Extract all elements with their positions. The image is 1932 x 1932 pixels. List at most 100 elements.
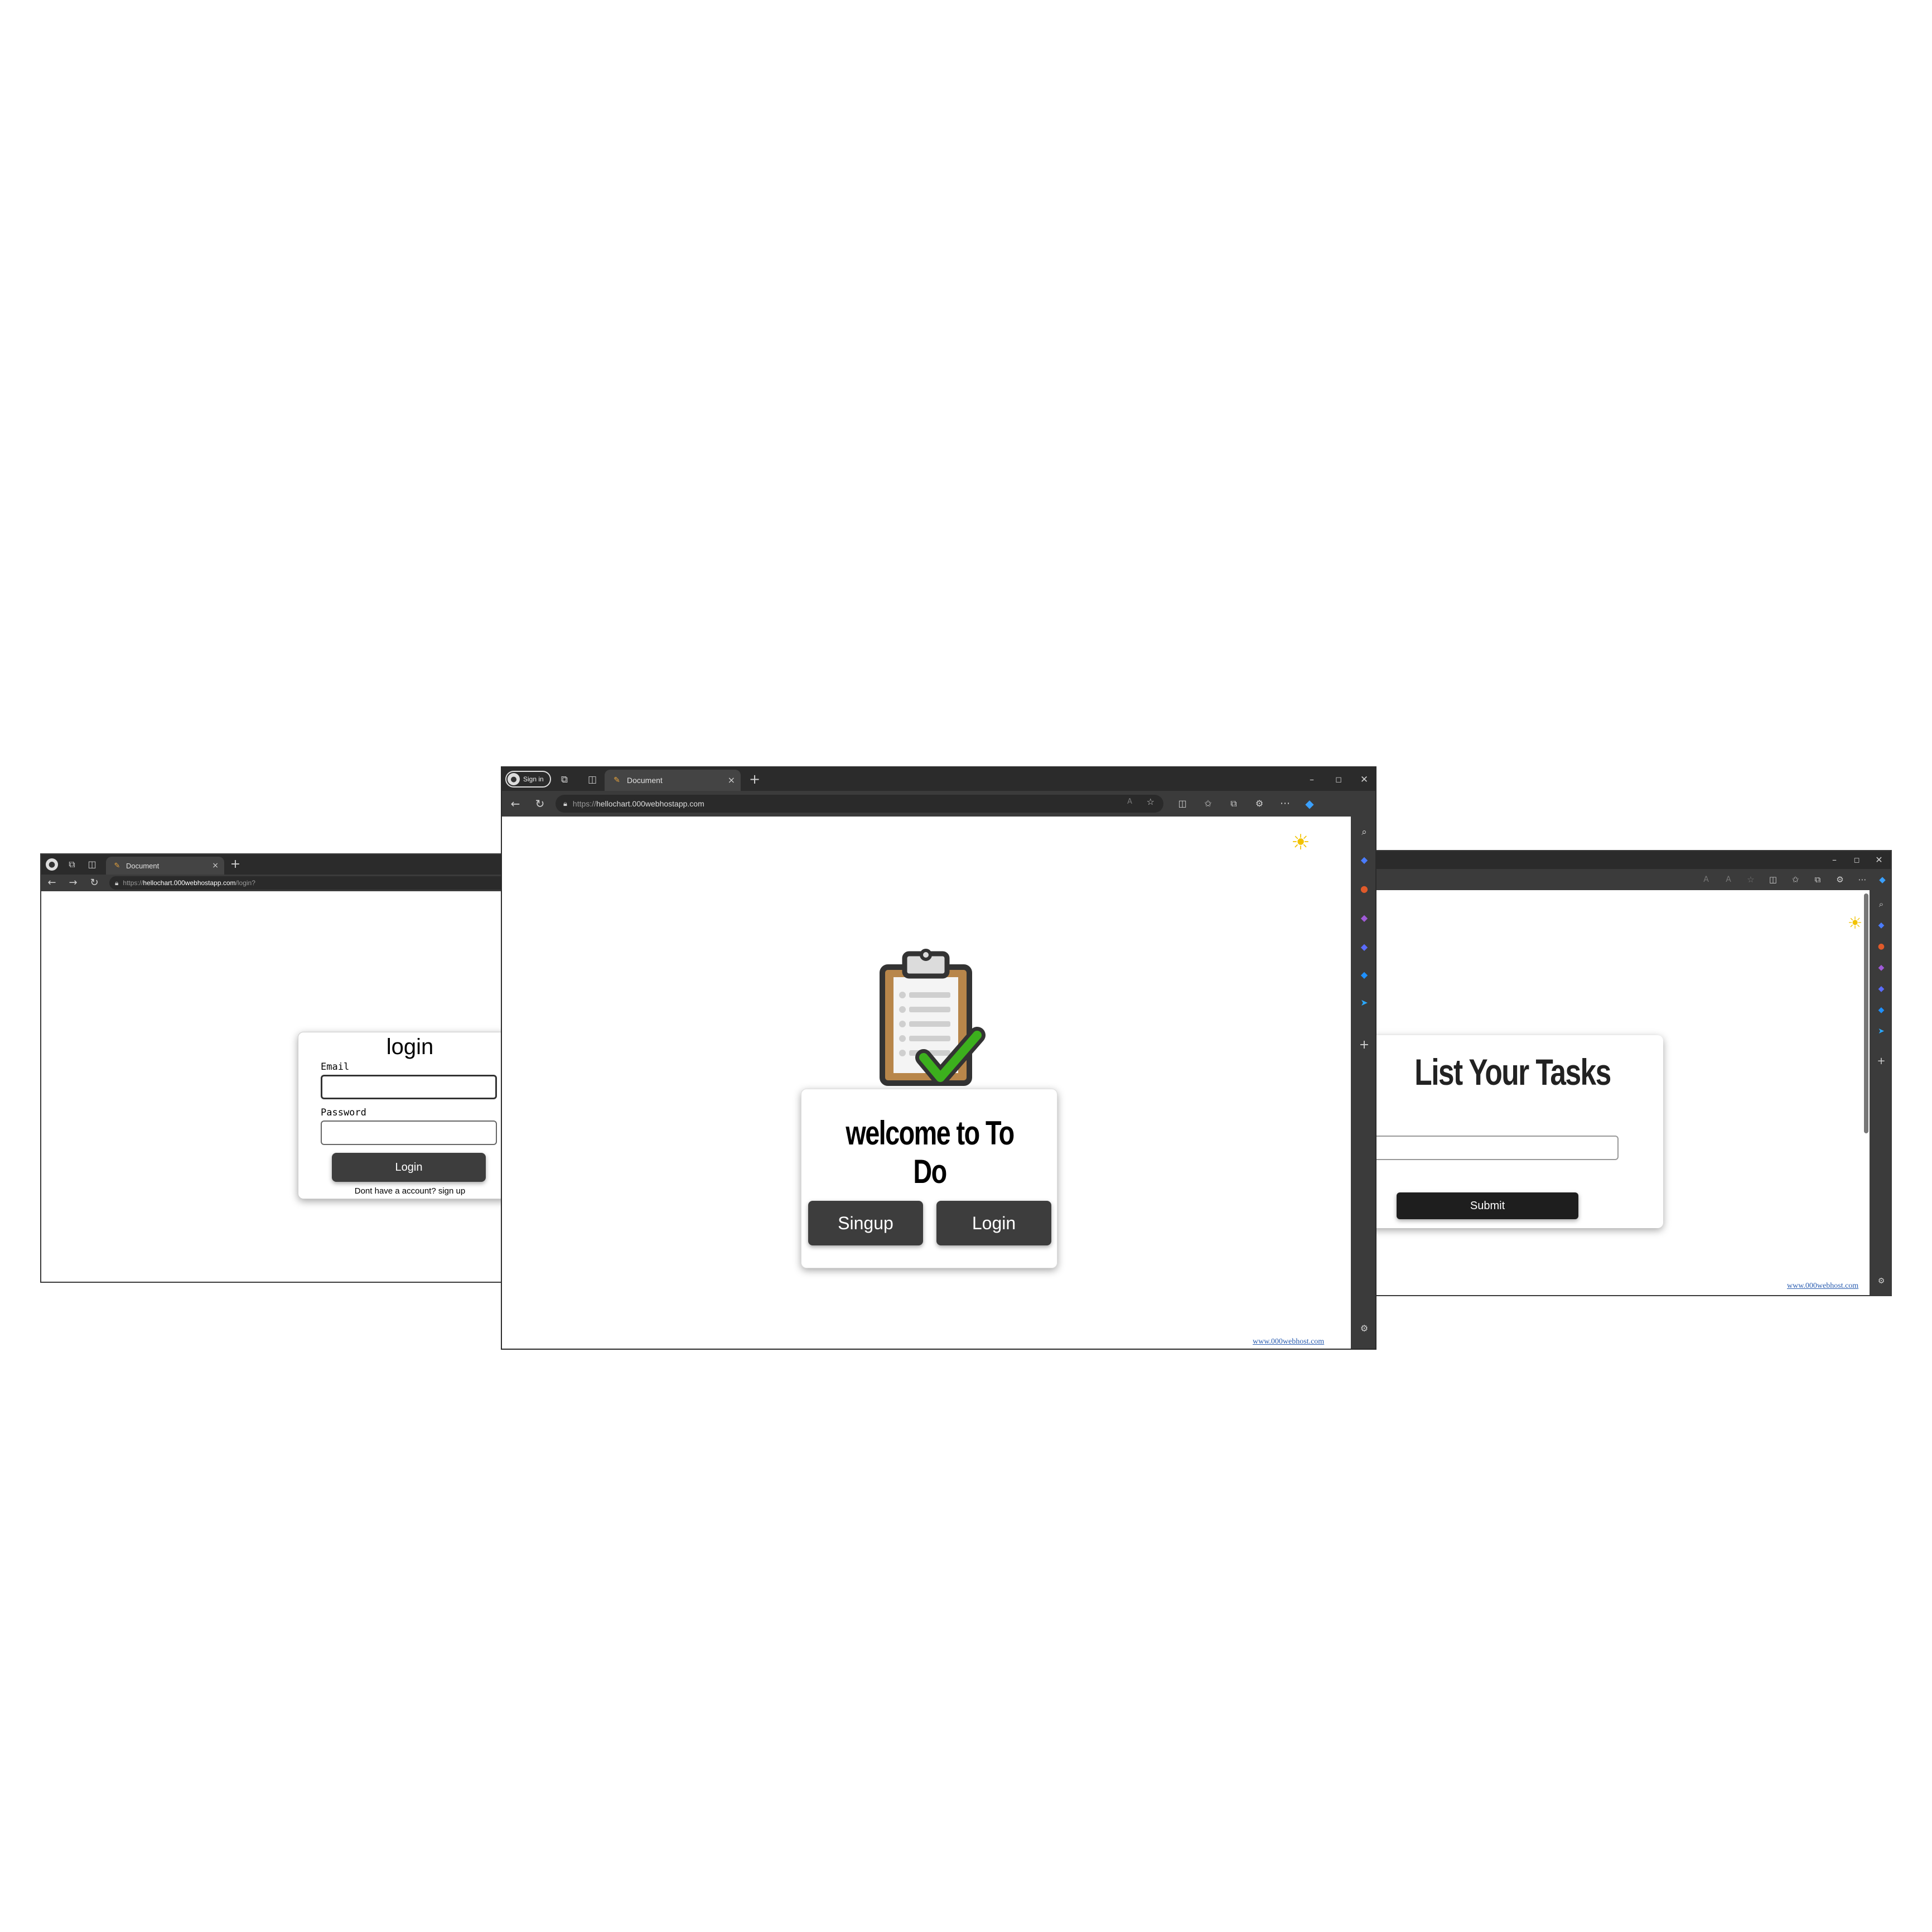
login-card: login Email Password Login Dont have a a… [298,1032,508,1199]
read-aloud-icon[interactable]: A [1127,798,1132,805]
url-field[interactable]: 🔒︎ https:// hellochart.000webhostapp.com… [109,876,508,890]
copilot-icon[interactable]: ◆ [1876,873,1888,886]
collections-icon[interactable]: ⧉ [66,858,78,871]
new-tab-icon[interactable]: + [229,858,242,871]
close-window-icon[interactable]: ✕ [1358,773,1371,786]
forward-icon[interactable]: → [67,877,79,889]
close-tab-icon[interactable]: × [728,776,735,785]
tab-actions-icon[interactable]: ◫ [586,773,599,786]
collections-icon[interactable]: ⧉ [558,773,571,786]
url-host: hellochart.000webhostapp.com [596,799,704,808]
collections-icon[interactable]: ⧉ [1812,873,1824,886]
url-field[interactable]: 🔒︎ https:// hellochart.000webhostapp.com… [556,795,1163,813]
extensions-icon[interactable]: ⚙ [1253,797,1266,810]
send-icon[interactable]: ➤ [1358,996,1371,1010]
edge-sidebar: ⌕ ◆ ● ◆ ◆ ◆ ➤ + ⚙ [1870,890,1891,1295]
games-icon[interactable]: ◆ [1358,911,1371,925]
task-input[interactable] [1362,1136,1619,1160]
favorites-icon[interactable]: ✩ [1789,873,1801,886]
sun-icon[interactable]: ☀ [1846,915,1864,933]
outlook-icon[interactable]: ◆ [1358,968,1371,982]
collections-toolbar-icon[interactable]: ⧉ [1227,797,1240,810]
add-sidebar-icon[interactable]: + [1358,1039,1371,1052]
scrollbar[interactable] [1864,893,1868,1133]
favorites-icon[interactable]: ✩ [1201,797,1215,810]
minimize-icon[interactable]: – [1305,773,1318,786]
edge-sidebar: ⌕ ◆ ● ◆ ◆ ◆ ➤ + ⚙ [1351,817,1375,1349]
page-favicon-icon: ✎ [614,776,620,785]
refresh-icon[interactable]: ↻ [88,877,100,889]
url-prefix: https:// [572,799,596,808]
tab-bar: – ◻ ✕ [1362,851,1891,869]
email-field[interactable] [321,1075,497,1099]
right-browser-window: – ◻ ✕ A A ☆ ◫ ✩ ⧉ ⚙ ⋯ ◆ ⌕ ◆ ● ◆ ◆ ◆ ➤ + … [1361,850,1892,1296]
favorite-icon[interactable]: ☆ [1745,873,1757,886]
tab-title: Document [627,776,663,785]
url-path: /login? [235,879,255,887]
more-icon[interactable]: ⋯ [1278,797,1292,810]
login-button[interactable]: Login [936,1201,1051,1245]
task-title: List Your Tasks [1414,1051,1611,1093]
sun-icon[interactable]: ☀ [1289,831,1312,853]
signup-button[interactable]: Singup [808,1201,923,1245]
tools-icon[interactable]: ● [1875,940,1887,953]
add-sidebar-icon[interactable]: + [1875,1055,1887,1068]
tab-bar: ● Sign in ⧉ ◫ ✎ Document × + – ◻ ✕ [502,767,1375,791]
shopping-icon[interactable]: ◆ [1358,853,1371,867]
submit-button[interactable]: Submit [1397,1192,1578,1219]
restore-icon[interactable]: ◻ [1851,854,1863,866]
lock-icon: 🔒︎ [563,799,567,808]
footer-link[interactable]: www.000webhost.com [1253,1337,1324,1346]
clipboard-check-icon [880,949,986,1086]
close-tab-icon[interactable]: × [212,862,219,870]
shopping-icon[interactable]: ◆ [1875,919,1887,931]
outlook-icon[interactable]: ◆ [1875,1004,1887,1016]
lock-icon: 🔒︎ [115,879,119,887]
back-icon[interactable]: ← [46,877,58,889]
translate-icon[interactable]: A [1722,873,1735,886]
url-prefix: https:// [123,879,143,887]
security-icon[interactable]: ◆ [1358,940,1371,954]
sign-in-label: Sign in [523,775,544,783]
toolbar: A A ☆ ◫ ✩ ⧉ ⚙ ⋯ ◆ [1362,869,1891,890]
email-label: Email [321,1061,350,1073]
favorite-icon[interactable]: ☆ [1147,798,1155,806]
split-screen-icon[interactable]: ◫ [1176,797,1189,810]
signup-link[interactable]: Dont have a account? sign up [298,1186,508,1196]
restore-icon[interactable]: ◻ [1332,773,1345,786]
more-icon[interactable]: ⋯ [1856,873,1868,886]
clipboard-clip-hole [920,949,932,961]
tab-document[interactable]: ✎ Document × [106,857,224,875]
password-label: Password [321,1107,366,1118]
tab-document[interactable]: ✎ Document × [605,770,741,791]
tab-actions-icon[interactable]: ◫ [86,858,98,871]
sidebar-settings-icon[interactable]: ⚙ [1875,1275,1887,1287]
sign-in-button[interactable]: ● Sign in [505,771,551,788]
address-bar: ← → ↻ 🔒︎ https:// hellochart.000webhosta… [41,875,508,891]
search-icon[interactable]: ⌕ [1358,825,1371,839]
tools-icon[interactable]: ● [1358,882,1371,896]
profile-icon[interactable]: ● [46,858,58,871]
split-screen-icon[interactable]: ◫ [1767,873,1779,886]
refresh-icon[interactable]: ↻ [533,797,547,810]
login-button[interactable]: Login [332,1153,486,1182]
url-host: hellochart.000webhostapp.com [143,879,236,887]
security-icon[interactable]: ◆ [1875,983,1887,995]
back-icon[interactable]: ← [509,797,522,810]
login-title: login [386,1035,434,1059]
new-tab-icon[interactable]: + [747,772,762,786]
read-aloud-icon[interactable]: A [1700,873,1712,886]
copilot-icon[interactable]: ◆ [1302,796,1317,812]
send-icon[interactable]: ➤ [1875,1025,1887,1037]
page-favicon-icon: ✎ [114,861,120,870]
tab-bar: ● ⧉ ◫ ✎ Document × + [41,854,508,875]
tab-title: Document [126,861,160,870]
footer-link[interactable]: www.000webhost.com [1787,1282,1858,1291]
games-icon[interactable]: ◆ [1875,962,1887,974]
password-field[interactable] [321,1120,497,1145]
search-icon[interactable]: ⌕ [1875,898,1887,910]
minimize-icon[interactable]: – [1828,854,1841,866]
sidebar-settings-icon[interactable]: ⚙ [1358,1322,1371,1335]
extensions-icon[interactable]: ⚙ [1834,873,1846,886]
close-window-icon[interactable]: ✕ [1873,854,1885,866]
